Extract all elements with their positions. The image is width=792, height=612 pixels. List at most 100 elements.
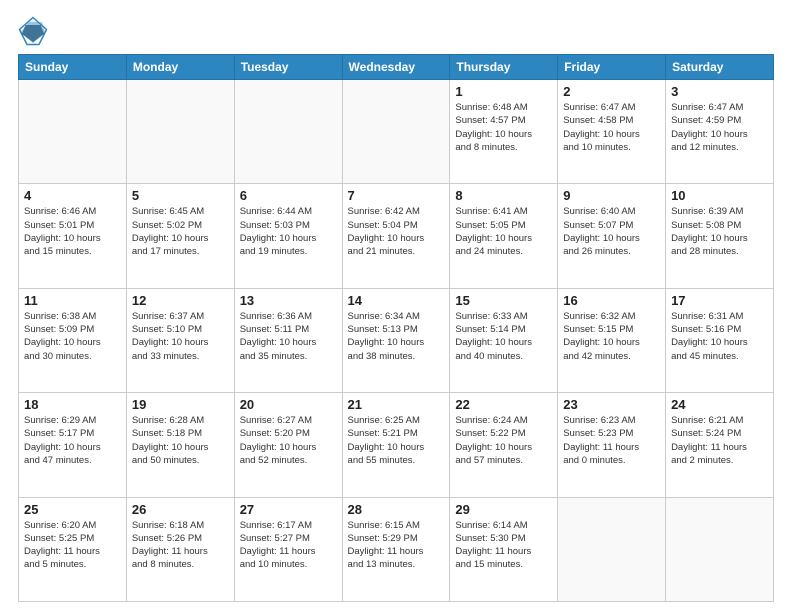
day-info: Sunrise: 6:18 AM Sunset: 5:26 PM Dayligh… xyxy=(132,519,229,572)
header xyxy=(18,16,774,46)
day-number: 18 xyxy=(24,397,121,412)
calendar-cell: 4 Sunrise: 6:46 AM Sunset: 5:01 PM Daylig… xyxy=(19,184,127,288)
day-info: Sunrise: 6:31 AM Sunset: 5:16 PM Dayligh… xyxy=(671,310,768,363)
day-number: 27 xyxy=(240,502,337,517)
calendar-cell: 22Sunrise: 6:24 AM Sunset: 5:22 PM Dayli… xyxy=(450,393,558,497)
calendar-table: SundayMondayTuesdayWednesdayThursdayFrid… xyxy=(18,54,774,602)
day-number: 22 xyxy=(455,397,552,412)
day-number: 12 xyxy=(132,293,229,308)
day-info: Sunrise: 6:28 AM Sunset: 5:18 PM Dayligh… xyxy=(132,414,229,467)
calendar-cell: 1 Sunrise: 6:48 AM Sunset: 4:57 PM Daylig… xyxy=(450,80,558,184)
day-number: 7 xyxy=(348,188,445,203)
calendar-header-monday: Monday xyxy=(126,55,234,80)
day-info: Sunrise: 6:34 AM Sunset: 5:13 PM Dayligh… xyxy=(348,310,445,363)
calendar-cell: 3 Sunrise: 6:47 AM Sunset: 4:59 PM Daylig… xyxy=(666,80,774,184)
day-number: 4 xyxy=(24,188,121,203)
calendar-header-row: SundayMondayTuesdayWednesdayThursdayFrid… xyxy=(19,55,774,80)
logo-icon xyxy=(18,16,48,46)
calendar-cell: 26 Sunrise: 6:18 AM Sunset: 5:26 PM Dayli… xyxy=(126,497,234,601)
day-number: 5 xyxy=(132,188,229,203)
calendar-cell: 2Sunrise: 6:47 AM Sunset: 4:58 PM Daylig… xyxy=(558,80,666,184)
day-info: Sunrise: 6:23 AM Sunset: 5:23 PM Dayligh… xyxy=(563,414,660,467)
day-info: Sunrise: 6:37 AM Sunset: 5:10 PM Dayligh… xyxy=(132,310,229,363)
calendar-header-wednesday: Wednesday xyxy=(342,55,450,80)
day-info: Sunrise: 6:25 AM Sunset: 5:21 PM Dayligh… xyxy=(348,414,445,467)
day-info: Sunrise: 6:14 AM Sunset: 5:30 PM Dayligh… xyxy=(455,519,552,572)
calendar-cell: 16 Sunrise: 6:32 AM Sunset: 5:15 PM Dayli… xyxy=(558,288,666,392)
day-number: 1 xyxy=(455,84,552,99)
day-number: 14 xyxy=(348,293,445,308)
day-info: Sunrise: 6:32 AM Sunset: 5:15 PM Dayligh… xyxy=(563,310,660,363)
day-number: 28 xyxy=(348,502,445,517)
day-number: 6 xyxy=(240,188,337,203)
day-number: 26 xyxy=(132,502,229,517)
calendar-cell: 6 Sunrise: 6:44 AM Sunset: 5:03 PM Daylig… xyxy=(234,184,342,288)
calendar-cell: 23 Sunrise: 6:23 AM Sunset: 5:23 PM Dayli… xyxy=(558,393,666,497)
calendar-cell xyxy=(234,80,342,184)
calendar-cell: 28 Sunrise: 6:15 AM Sunset: 5:29 PM Dayli… xyxy=(342,497,450,601)
day-number: 24 xyxy=(671,397,768,412)
day-info: Sunrise: 6:45 AM Sunset: 5:02 PM Dayligh… xyxy=(132,205,229,258)
calendar-week-2: 4 Sunrise: 6:46 AM Sunset: 5:01 PM Daylig… xyxy=(19,184,774,288)
calendar-cell: 17 Sunrise: 6:31 AM Sunset: 5:16 PM Dayli… xyxy=(666,288,774,392)
day-info: Sunrise: 6:47 AM Sunset: 4:59 PM Dayligh… xyxy=(671,101,768,154)
day-info: Sunrise: 6:48 AM Sunset: 4:57 PM Dayligh… xyxy=(455,101,552,154)
day-info: Sunrise: 6:42 AM Sunset: 5:04 PM Dayligh… xyxy=(348,205,445,258)
day-info: Sunrise: 6:33 AM Sunset: 5:14 PM Dayligh… xyxy=(455,310,552,363)
day-number: 21 xyxy=(348,397,445,412)
calendar-cell: 29 Sunrise: 6:14 AM Sunset: 5:30 PM Dayli… xyxy=(450,497,558,601)
calendar-header-tuesday: Tuesday xyxy=(234,55,342,80)
calendar-cell: 5 Sunrise: 6:45 AM Sunset: 5:02 PM Daylig… xyxy=(126,184,234,288)
day-info: Sunrise: 6:41 AM Sunset: 5:05 PM Dayligh… xyxy=(455,205,552,258)
day-info: Sunrise: 6:44 AM Sunset: 5:03 PM Dayligh… xyxy=(240,205,337,258)
page: SundayMondayTuesdayWednesdayThursdayFrid… xyxy=(0,0,792,612)
calendar-cell: 12 Sunrise: 6:37 AM Sunset: 5:10 PM Dayli… xyxy=(126,288,234,392)
calendar-cell xyxy=(342,80,450,184)
day-number: 29 xyxy=(455,502,552,517)
calendar-cell: 27Sunrise: 6:17 AM Sunset: 5:27 PM Dayli… xyxy=(234,497,342,601)
calendar-cell: 24Sunrise: 6:21 AM Sunset: 5:24 PM Dayli… xyxy=(666,393,774,497)
day-info: Sunrise: 6:39 AM Sunset: 5:08 PM Dayligh… xyxy=(671,205,768,258)
day-info: Sunrise: 6:27 AM Sunset: 5:20 PM Dayligh… xyxy=(240,414,337,467)
day-info: Sunrise: 6:38 AM Sunset: 5:09 PM Dayligh… xyxy=(24,310,121,363)
calendar-cell: 21 Sunrise: 6:25 AM Sunset: 5:21 PM Dayli… xyxy=(342,393,450,497)
calendar-cell: 8 Sunrise: 6:41 AM Sunset: 5:05 PM Daylig… xyxy=(450,184,558,288)
day-number: 17 xyxy=(671,293,768,308)
day-number: 19 xyxy=(132,397,229,412)
day-number: 9 xyxy=(563,188,660,203)
calendar-header-sunday: Sunday xyxy=(19,55,127,80)
calendar-cell: 10 Sunrise: 6:39 AM Sunset: 5:08 PM Dayli… xyxy=(666,184,774,288)
calendar-week-3: 11 Sunrise: 6:38 AM Sunset: 5:09 PM Dayli… xyxy=(19,288,774,392)
day-number: 16 xyxy=(563,293,660,308)
day-number: 10 xyxy=(671,188,768,203)
calendar-cell: 11 Sunrise: 6:38 AM Sunset: 5:09 PM Dayli… xyxy=(19,288,127,392)
calendar-cell xyxy=(558,497,666,601)
day-number: 20 xyxy=(240,397,337,412)
day-number: 15 xyxy=(455,293,552,308)
calendar-cell: 20 Sunrise: 6:27 AM Sunset: 5:20 PM Dayli… xyxy=(234,393,342,497)
calendar-cell: 18Sunrise: 6:29 AM Sunset: 5:17 PM Dayli… xyxy=(19,393,127,497)
day-info: Sunrise: 6:36 AM Sunset: 5:11 PM Dayligh… xyxy=(240,310,337,363)
day-info: Sunrise: 6:46 AM Sunset: 5:01 PM Dayligh… xyxy=(24,205,121,258)
calendar-header-thursday: Thursday xyxy=(450,55,558,80)
calendar-cell: 9Sunrise: 6:40 AM Sunset: 5:07 PM Daylig… xyxy=(558,184,666,288)
logo xyxy=(18,16,52,46)
calendar-cell xyxy=(666,497,774,601)
calendar-cell: 25Sunrise: 6:20 AM Sunset: 5:25 PM Dayli… xyxy=(19,497,127,601)
calendar-cell xyxy=(126,80,234,184)
day-number: 13 xyxy=(240,293,337,308)
day-number: 3 xyxy=(671,84,768,99)
calendar-cell: 7 Sunrise: 6:42 AM Sunset: 5:04 PM Daylig… xyxy=(342,184,450,288)
calendar-cell: 19 Sunrise: 6:28 AM Sunset: 5:18 PM Dayli… xyxy=(126,393,234,497)
calendar-cell: 14 Sunrise: 6:34 AM Sunset: 5:13 PM Dayli… xyxy=(342,288,450,392)
calendar-cell: 15 Sunrise: 6:33 AM Sunset: 5:14 PM Dayli… xyxy=(450,288,558,392)
calendar-cell xyxy=(19,80,127,184)
day-number: 23 xyxy=(563,397,660,412)
day-info: Sunrise: 6:20 AM Sunset: 5:25 PM Dayligh… xyxy=(24,519,121,572)
day-number: 8 xyxy=(455,188,552,203)
day-info: Sunrise: 6:15 AM Sunset: 5:29 PM Dayligh… xyxy=(348,519,445,572)
day-info: Sunrise: 6:47 AM Sunset: 4:58 PM Dayligh… xyxy=(563,101,660,154)
calendar-week-4: 18Sunrise: 6:29 AM Sunset: 5:17 PM Dayli… xyxy=(19,393,774,497)
day-number: 11 xyxy=(24,293,121,308)
calendar-header-saturday: Saturday xyxy=(666,55,774,80)
